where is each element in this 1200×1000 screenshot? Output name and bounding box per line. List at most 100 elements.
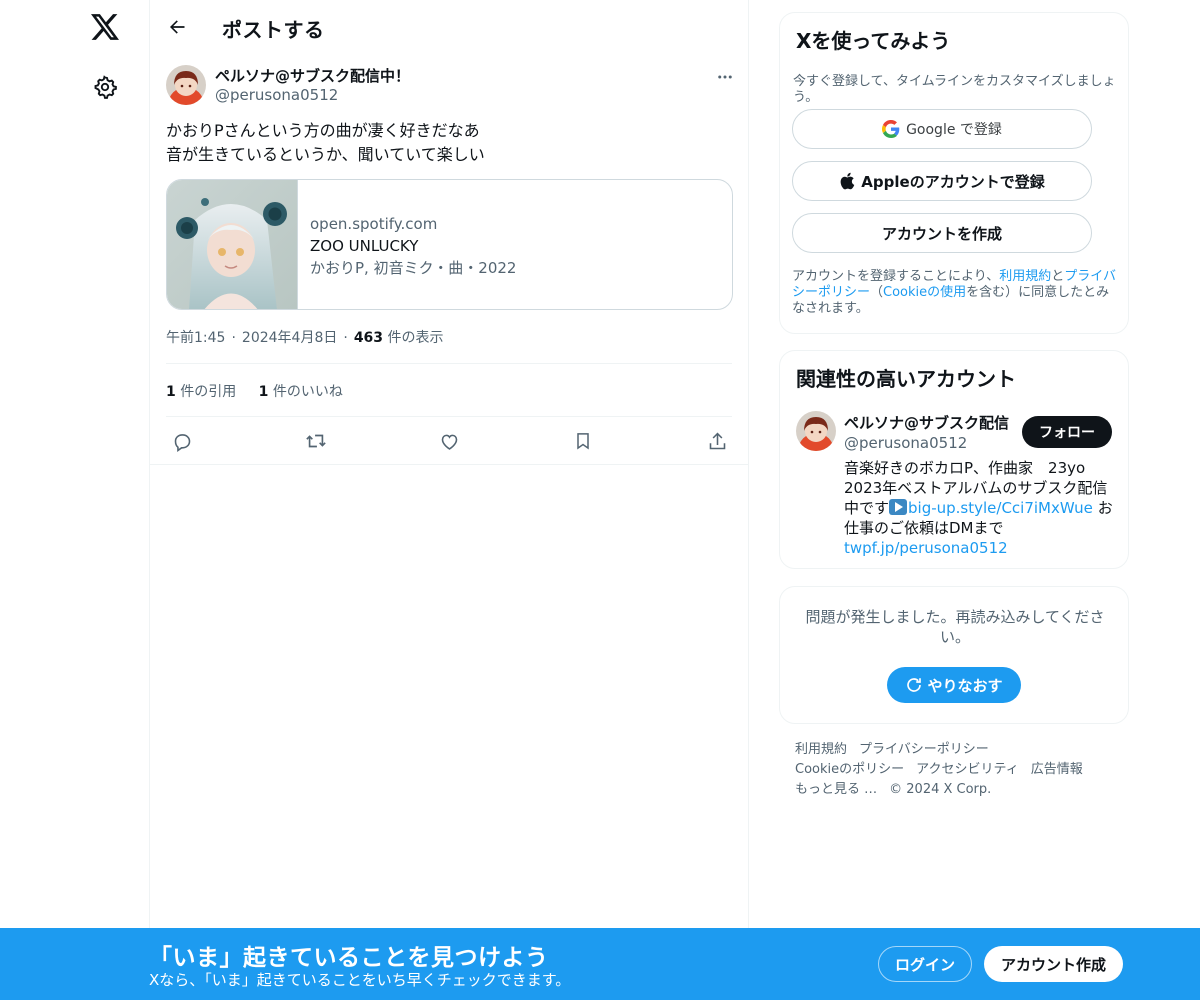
likes-label: 件のいいね	[272, 384, 343, 400]
google-icon	[882, 120, 900, 138]
arrow-left-icon	[170, 20, 185, 34]
reply-button[interactable]	[166, 425, 198, 457]
post-stats: 1 件の引用 1 件のいいね	[166, 381, 361, 401]
quotes-count: 1	[166, 384, 176, 400]
footer-copyright: © 2024 X Corp.	[889, 782, 992, 797]
author-handle[interactable]: @perusona0512	[215, 86, 338, 104]
card-description: かおりP, 初音ミク・曲・2022	[310, 259, 517, 277]
author-avatar[interactable]	[166, 65, 206, 105]
follow-button[interactable]: フォロー	[1022, 416, 1112, 448]
related-accounts-panel: 関連性の高いアカウント ペルソナ@サブスク配信 @perusona0512 フォ…	[779, 350, 1129, 569]
terms-and: と	[1051, 269, 1065, 284]
share-icon	[709, 432, 725, 449]
google-signup-label: Google で登録	[906, 122, 1002, 138]
banner-create-account-button[interactable]: アカウント作成	[984, 946, 1123, 982]
bio-text: お	[1092, 499, 1113, 517]
footer-accessibility-link[interactable]: アクセシビリティ	[916, 762, 1019, 777]
terms-prefix: アカウントを登録することにより、	[792, 269, 1000, 284]
divider	[166, 416, 732, 417]
bookmark-icon	[577, 433, 589, 450]
views-count: 463	[353, 330, 384, 346]
bottom-banner: 「いま」起きていることを見つけよう Xなら、「いま」起きていることをいち早くチェ…	[0, 928, 1200, 1000]
left-nav	[0, 0, 149, 1000]
bookmark-button[interactable]	[567, 425, 599, 457]
related-title: 関連性の高いアカウント	[796, 367, 1016, 391]
page-header: ポストする	[150, 0, 748, 53]
bio-line: 中です big-up.style/Cci7iMxWue お	[844, 498, 1114, 518]
footer-cookie-link[interactable]: Cookieのポリシー	[795, 762, 904, 777]
views-label: 件の表示	[387, 330, 444, 346]
retry-button[interactable]: やりなおす	[887, 667, 1021, 703]
post-actions	[166, 425, 732, 457]
related-handle[interactable]: @perusona0512	[844, 434, 967, 452]
x-logo-icon[interactable]	[87, 9, 123, 45]
retry-label: やりなおす	[927, 676, 1003, 695]
cookie-link[interactable]: Cookieの使用	[883, 285, 966, 300]
like-button[interactable]	[433, 425, 465, 457]
back-button[interactable]	[161, 11, 193, 43]
card-domain: open.spotify.com	[310, 215, 438, 233]
banner-subtitle: Xなら、「いま」起きていることをいち早くチェックできます。	[149, 971, 571, 989]
bio-text: 中です	[844, 499, 890, 517]
likes-count: 1	[258, 384, 269, 400]
like-icon	[441, 434, 457, 450]
banner-title: 「いま」起きていることを見つけよう	[149, 945, 549, 971]
bio-line: 仕事のご依頼はDMまで	[844, 519, 1004, 537]
related-name[interactable]: ペルソナ@サブスク配信	[844, 412, 1009, 433]
terms-link[interactable]: 利用規約	[999, 269, 1051, 284]
link-card[interactable]: open.spotify.com ZOO UNLUCKY かおりP, 初音ミク・…	[166, 179, 733, 310]
post-time[interactable]: 午前1:45	[166, 330, 225, 346]
divider	[150, 464, 748, 465]
footer-more-link[interactable]: もっと見る …	[795, 782, 877, 797]
apple-signup-button[interactable]: Appleのアカウントで登録	[792, 161, 1092, 201]
signup-terms: アカウントを登録することにより、利用規約とプライバシーポリシー（Cookieの使…	[792, 269, 1120, 317]
signup-title: Xを使ってみよう	[796, 29, 951, 53]
more-options-button[interactable]	[714, 66, 736, 88]
card-title: ZOO UNLUCKY	[310, 237, 419, 255]
divider	[166, 363, 732, 364]
quotes-label: 件の引用	[180, 384, 237, 400]
login-button[interactable]: ログイン	[878, 946, 972, 982]
error-panel: 問題が発生しました。再読み込みしてください。 やりなおす	[779, 586, 1129, 724]
likes-stat[interactable]: 1 件のいいね	[259, 384, 343, 400]
post-text-line: 音が生きているというか、聞いていて楽しい	[166, 145, 485, 164]
related-bio: 音楽好きのボカロP、作曲家 23yo 2023年ベストアルバムのサブスク配信 中…	[844, 458, 1114, 558]
reply-icon	[174, 433, 190, 452]
apple-icon	[840, 172, 855, 190]
signup-panel: Xを使ってみよう 今すぐ登録して、タイムラインをカスタマイズしましょう。 Goo…	[779, 12, 1129, 334]
share-button[interactable]	[701, 425, 733, 457]
google-signup-button[interactable]: Google で登録	[792, 109, 1092, 149]
bio-link[interactable]: twpf.jp/perusona0512	[844, 539, 1008, 557]
more-horizontal-icon	[718, 75, 732, 79]
error-message: 問題が発生しました。再読み込みしてください。	[805, 608, 1105, 646]
main-column: ポストする ペルソナ@サブスク配信中！ @perusona0512 かおりPさん…	[149, 0, 749, 1000]
post-author: ペルソナ@サブスク配信中！ @perusona0512	[166, 64, 732, 108]
related-avatar[interactable]	[796, 411, 836, 451]
author-name[interactable]: ペルソナ@サブスク配信中！	[215, 65, 410, 86]
create-account-button[interactable]: アカウントを作成	[792, 213, 1092, 253]
repost-button[interactable]	[300, 425, 332, 457]
page-title: ポストする	[222, 18, 325, 42]
terms-paren: （	[870, 285, 884, 300]
bio-link[interactable]: big-up.style/Cci7iMxWue	[908, 499, 1093, 517]
apple-signup-label: Appleのアカウントで登録	[861, 172, 1045, 191]
post-date[interactable]: 2024年4月8日	[242, 330, 337, 346]
bio-line: 2023年ベストアルバムのサブスク配信	[844, 479, 1108, 497]
bio-line: twpf.jp/perusona0512	[844, 538, 1114, 558]
bio-line: 音楽好きのボカロP、作曲家 23yo	[844, 459, 1086, 477]
post-text-line: かおりPさんという方の曲が凄く好きだなあ	[166, 121, 480, 140]
card-info: open.spotify.com ZOO UNLUCKY かおりP, 初音ミク・…	[310, 213, 516, 279]
quotes-stat[interactable]: 1 件の引用	[166, 384, 236, 400]
footer-terms-link[interactable]: 利用規約	[795, 742, 847, 757]
create-account-label: アカウントを作成	[881, 224, 1002, 243]
card-thumbnail	[167, 180, 298, 309]
signup-subtitle: 今すぐ登録して、タイムラインをカスタマイズしましょう。	[793, 74, 1116, 105]
play-button-icon	[889, 499, 908, 515]
footer-privacy-link[interactable]: プライバシーポリシー	[859, 742, 989, 757]
gear-icon[interactable]	[88, 70, 122, 104]
footer-ads-link[interactable]: 広告情報	[1031, 762, 1083, 777]
post-meta: 午前1:45 · 2024年4月8日 · 463 件の表示	[166, 330, 444, 346]
footer-links: 利用規約 プライバシーポリシー Cookieのポリシー アクセシビリティ 広告情報 も…	[795, 740, 1115, 800]
repost-icon	[306, 434, 326, 448]
refresh-icon	[907, 678, 922, 692]
